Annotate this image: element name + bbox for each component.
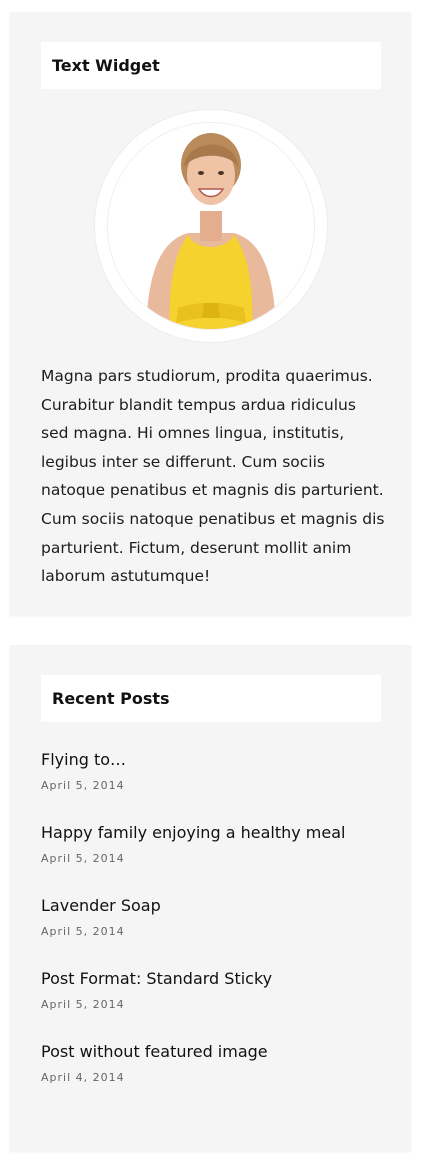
post-link[interactable]: Post without featured image [41,1041,391,1063]
recent-posts-widget: Recent Posts Flying to… April 5, 2014 Ha… [10,645,411,1151]
text-widget: Text Widget Magna pars studiorum, prodit… [10,12,411,615]
list-item: Post without featured image April 4, 201… [41,1041,391,1114]
post-link[interactable]: Post Format: Standard Sticky [41,968,391,990]
list-item: Happy family enjoying a healthy meal Apr… [41,822,391,895]
widget-title: Text Widget [41,42,381,89]
post-link[interactable]: Happy family enjoying a healthy meal [41,822,391,844]
post-date: April 4, 2014 [41,1071,125,1084]
post-date: April 5, 2014 [41,925,125,938]
post-date: April 5, 2014 [41,852,125,865]
widget-title: Recent Posts [41,675,381,722]
list-item: Post Format: Standard Sticky April 5, 20… [41,968,391,1041]
list-item: Flying to… April 5, 2014 [41,749,391,822]
recent-posts-list: Flying to… April 5, 2014 Happy family en… [41,749,391,1114]
post-date: April 5, 2014 [41,998,125,1011]
post-link[interactable]: Flying to… [41,749,391,771]
text-widget-body: Magna pars studiorum, prodita quaerimus.… [41,367,385,586]
list-item: Lavender Soap April 5, 2014 [41,895,391,968]
avatar-photo [108,123,314,329]
person-portrait-image [108,123,314,329]
avatar [94,109,328,343]
post-link[interactable]: Lavender Soap [41,895,391,917]
post-date: April 5, 2014 [41,779,125,792]
